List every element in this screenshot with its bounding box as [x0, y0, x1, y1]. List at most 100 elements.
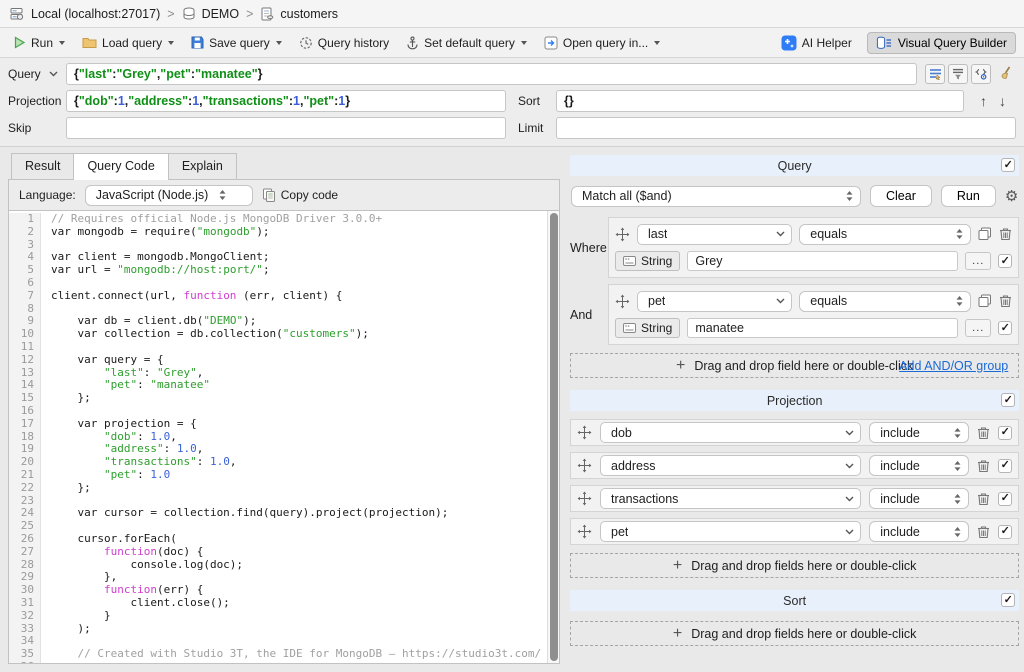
trash-icon[interactable]: [977, 426, 990, 440]
gear-icon[interactable]: ⚙: [1005, 189, 1018, 204]
field-select[interactable]: last: [637, 224, 792, 245]
operator-select[interactable]: equals: [799, 291, 971, 312]
move-handle-icon[interactable]: [577, 491, 592, 506]
duplicate-icon[interactable]: [978, 294, 992, 308]
value-options-button[interactable]: ...: [965, 319, 991, 337]
tab-explain[interactable]: Explain: [168, 153, 237, 179]
visual-query-builder-button[interactable]: Visual Query Builder: [867, 32, 1016, 54]
sort-descending-icon[interactable]: ↓: [999, 93, 1006, 109]
code-line: 15 };: [9, 392, 547, 405]
condition-field-row: last equals: [615, 223, 1012, 245]
visual-builder-column: Query ✓ Match all ($and) Clear Run ⚙ Whe…: [570, 155, 1019, 664]
condition-checkbox[interactable]: ✓: [998, 321, 1012, 335]
projection-mode-select[interactable]: include: [869, 521, 969, 542]
query-filter-icon[interactable]: [948, 64, 968, 84]
projection-mode-select[interactable]: include: [869, 422, 969, 443]
sort-input[interactable]: {}: [556, 90, 964, 112]
projection-field-select[interactable]: dob: [600, 422, 861, 443]
skip-input[interactable]: [66, 117, 506, 139]
query-drop-zone[interactable]: + Drag and drop field here or double-cli…: [570, 353, 1019, 378]
save-query-button[interactable]: Save query: [184, 33, 289, 53]
projection-input[interactable]: { "dob": 1, "address": 1, "transactions"…: [66, 90, 506, 112]
query-row-icons: [925, 64, 1016, 84]
code-editor[interactable]: 1// Requires official Node.js MongoDB Dr…: [9, 210, 559, 663]
query-code-gear-icon[interactable]: [971, 64, 991, 84]
tab-query-code[interactable]: Query Code: [73, 153, 168, 180]
projection-mode-select[interactable]: include: [869, 488, 969, 509]
condition-value-input[interactable]: manatee: [687, 318, 958, 338]
add-and-or-group-link[interactable]: Add AND/OR group: [899, 359, 1008, 373]
main-content: Result Query Code Explain Language: Java…: [0, 147, 1024, 672]
projection-field-select[interactable]: transactions: [600, 488, 861, 509]
projection-mode-select[interactable]: include: [869, 455, 969, 476]
breadcrumb-database[interactable]: DEMO: [182, 7, 240, 21]
projection-section-title: Projection: [767, 394, 823, 408]
trash-icon[interactable]: [977, 459, 990, 473]
move-handle-icon[interactable]: [615, 294, 630, 309]
sort-ascending-icon[interactable]: ↑: [980, 93, 987, 109]
projection-checkbox[interactable]: ✓: [998, 459, 1012, 473]
query-condition: Where last equals String: [570, 217, 1019, 278]
load-query-label: Load query: [102, 36, 162, 50]
duplicate-icon[interactable]: [978, 227, 992, 241]
projection-field-select[interactable]: pet: [600, 521, 861, 542]
limit-input[interactable]: [556, 117, 1016, 139]
projection-drop-zone[interactable]: + Drag and drop fields here or double-cl…: [570, 553, 1019, 578]
select-updown-icon: [953, 427, 962, 439]
code-scrollbar[interactable]: [547, 211, 559, 663]
operator-select[interactable]: equals: [799, 224, 971, 245]
copy-code-button[interactable]: Copy code: [262, 188, 338, 202]
language-select[interactable]: JavaScript (Node.js): [85, 185, 253, 206]
trash-icon[interactable]: [977, 492, 990, 506]
string-type-icon: [623, 256, 636, 266]
sort-section-checkbox[interactable]: ✓: [1001, 593, 1015, 607]
projection-section-checkbox[interactable]: ✓: [1001, 393, 1015, 407]
query-history-button[interactable]: Query history: [292, 33, 396, 53]
code-line: 33 );: [9, 623, 547, 636]
projection-checkbox[interactable]: ✓: [998, 426, 1012, 440]
tab-result[interactable]: Result: [11, 153, 74, 179]
trash-icon[interactable]: [999, 294, 1012, 308]
value-options-button[interactable]: ...: [965, 252, 991, 270]
load-query-button[interactable]: Load query: [75, 33, 181, 53]
set-default-query-button[interactable]: Set default query: [399, 33, 534, 53]
value-type-button[interactable]: String: [615, 251, 680, 271]
select-updown-icon: [953, 526, 962, 538]
run-query-button[interactable]: Run: [941, 185, 996, 207]
run-label: Run: [31, 36, 53, 50]
chevron-down-icon: [49, 71, 58, 77]
projection-field-select[interactable]: address: [600, 455, 861, 476]
string-type-icon: [623, 323, 636, 333]
match-mode-select[interactable]: Match all ($and): [571, 186, 861, 207]
query-section-checkbox[interactable]: ✓: [1001, 158, 1015, 172]
clean-query-icon[interactable]: [999, 66, 1016, 82]
ai-helper-button[interactable]: AI Helper: [774, 32, 859, 54]
query-condition: And pet equals String: [570, 284, 1019, 345]
clear-button[interactable]: Clear: [870, 185, 932, 207]
scrollbar-thumb[interactable]: [550, 213, 558, 661]
condition-field-row: pet equals: [615, 290, 1012, 312]
condition-value-input[interactable]: Grey: [687, 251, 958, 271]
query-drop-hint: Drag and drop field here or double-click: [694, 359, 913, 373]
breadcrumb-connection[interactable]: Local (localhost:27017): [10, 7, 160, 21]
move-handle-icon[interactable]: [577, 524, 592, 539]
condition-checkbox[interactable]: ✓: [998, 254, 1012, 268]
projection-checkbox[interactable]: ✓: [998, 492, 1012, 506]
trash-icon[interactable]: [999, 227, 1012, 241]
breadcrumb-collection[interactable]: customers: [260, 7, 338, 21]
sort-drop-zone[interactable]: + Drag and drop fields here or double-cl…: [570, 621, 1019, 646]
run-button[interactable]: Run: [6, 33, 72, 53]
query-input[interactable]: { "last" : "Grey", "pet" : "manatee" }: [66, 63, 917, 85]
value-type-button[interactable]: String: [615, 318, 680, 338]
move-handle-icon[interactable]: [577, 425, 592, 440]
open-query-in-button[interactable]: Open query in...: [537, 33, 667, 53]
field-select[interactable]: pet: [637, 291, 792, 312]
chevron-down-icon: [776, 298, 785, 304]
projection-checkbox[interactable]: ✓: [998, 525, 1012, 539]
query-builder-form-icon[interactable]: [925, 64, 945, 84]
trash-icon[interactable]: [977, 525, 990, 539]
move-handle-icon[interactable]: [577, 458, 592, 473]
breadcrumb-separator: >: [167, 7, 174, 21]
query-field-label[interactable]: Query: [8, 67, 60, 81]
move-handle-icon[interactable]: [615, 227, 630, 242]
